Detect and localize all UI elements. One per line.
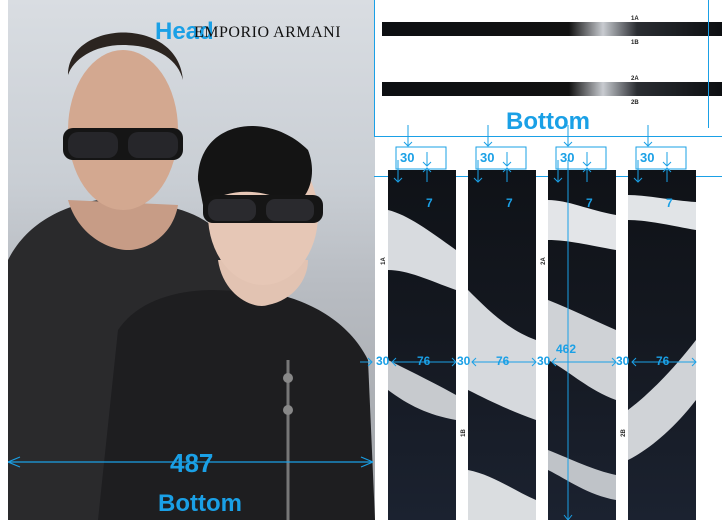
inner-label-3: 7	[586, 196, 593, 210]
width-label-1: 76	[417, 354, 431, 368]
strip-4	[628, 170, 696, 520]
side-label-4: 30	[616, 354, 630, 368]
gap-label-2: 30	[480, 150, 495, 165]
strip-1	[388, 170, 456, 520]
brand-logo: EMPORIO ARMANI	[194, 24, 342, 41]
inner-label-1: 7	[426, 196, 433, 210]
banner-1	[382, 22, 722, 36]
strip-2	[468, 170, 536, 520]
banner-label-1a: 1A	[631, 16, 639, 22]
strip-vlabel-2a: 2A	[540, 257, 547, 265]
poster-width-label: 487	[170, 448, 214, 478]
banner-label-2b: 2B	[631, 100, 639, 106]
gap-label-1: 30	[400, 150, 415, 165]
banner-label-2a: 2A	[631, 76, 639, 82]
width-label-2: 76	[496, 354, 510, 368]
banner-2	[382, 82, 722, 96]
poster-illustration	[8, 32, 375, 520]
strip-vlabel-1b: 1B	[460, 429, 467, 437]
height-dimension	[563, 160, 573, 520]
inner-label-2: 7	[506, 196, 513, 210]
side-label-3: 30	[537, 354, 551, 368]
side-label-1: 30	[376, 354, 390, 368]
strip-vlabel-1a: 1A	[380, 257, 387, 265]
side-label-2: 30	[457, 354, 471, 368]
height-label: 462	[556, 342, 577, 356]
width-label-4: 76	[656, 354, 670, 368]
poster-bottom-label: Bottom	[158, 490, 242, 517]
strip-vlabel-2b: 2B	[620, 429, 627, 437]
banner-right-guide	[708, 0, 709, 128]
inner-label-4: 7	[666, 196, 673, 210]
gap-label-4: 30	[640, 150, 655, 165]
banner-label-1b: 1B	[631, 40, 639, 46]
poster-image	[8, 0, 375, 520]
